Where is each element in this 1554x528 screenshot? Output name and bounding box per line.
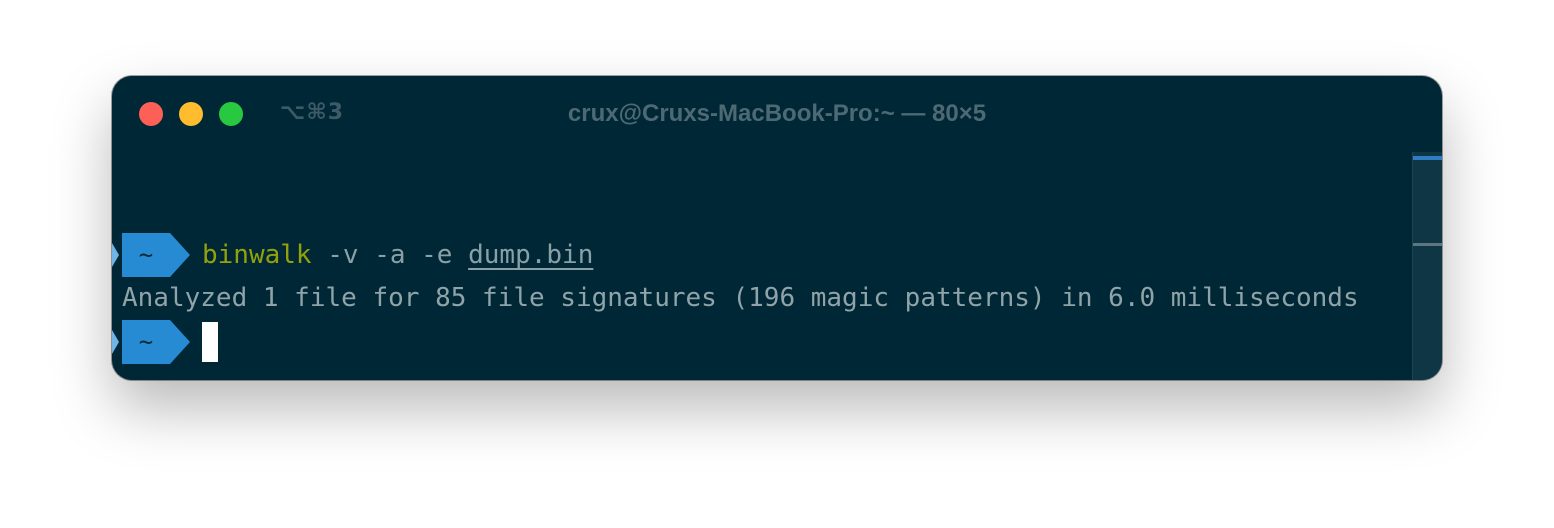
command-file-argument[interactable]: dump.bin [468, 240, 593, 270]
scroll-mark-top [1413, 156, 1442, 160]
text-cursor [202, 322, 218, 362]
scrollbar[interactable] [1412, 152, 1442, 380]
command-args: -v -a -e [311, 240, 469, 270]
terminal-content[interactable]: ~ binwalk -v -a -e dump.bin Analyzed 1 f… [112, 152, 1412, 380]
window-title: crux@Cruxs-MacBook-Pro:~ — 80×5 [567, 100, 987, 127]
command-output: Analyzed 1 file for 85 file signatures (… [122, 283, 1359, 313]
terminal-window: ⌥⌘3 crux@Cruxs-MacBook-Pro:~ — 80×5 ~ bi… [112, 76, 1442, 380]
prompt-segment: ~ [112, 233, 192, 277]
command-text: binwalk -v -a -e dump.bin [202, 233, 593, 277]
title-bar[interactable]: ⌥⌘3 crux@Cruxs-MacBook-Pro:~ — 80×5 [112, 76, 1442, 152]
command-name: binwalk [202, 240, 312, 270]
prompt-directory: ~ [138, 328, 154, 356]
scroll-mark-position [1413, 243, 1442, 246]
prompt-directory: ~ [138, 241, 154, 269]
prompt-segment: ~ [112, 320, 192, 364]
